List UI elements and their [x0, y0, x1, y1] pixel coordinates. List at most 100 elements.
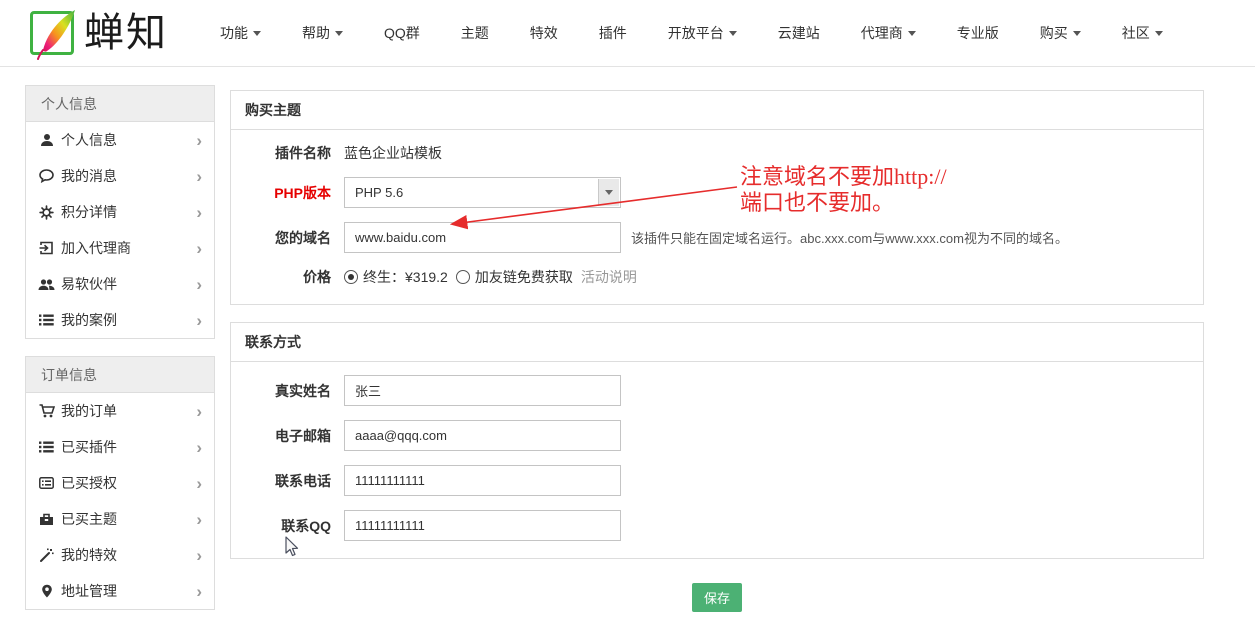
qq-label: 联系QQ [281, 517, 331, 534]
price-friendlink-radio[interactable] [455, 270, 470, 284]
nav-item-themes[interactable]: 主题 [461, 23, 489, 43]
cart-icon [38, 404, 55, 419]
sidebar-item-points-detail[interactable]: 积分详情 › [26, 194, 214, 230]
nav-item-plugins[interactable]: 插件 [599, 23, 627, 43]
chevron-right-icon: › [196, 509, 202, 529]
user-icon [38, 133, 55, 148]
domain-label: 您的域名 [275, 229, 331, 246]
sidebar-item-bought-licenses[interactable]: 已买授权 › [26, 465, 214, 501]
chevron-right-icon: › [196, 545, 202, 565]
sidebar-item-bought-themes[interactable]: 已买主题 › [26, 501, 214, 537]
nav-item-help[interactable]: 帮助 [302, 23, 343, 43]
panel-title: 联系方式 [231, 323, 1203, 362]
plugin-name-label: 插件名称 [275, 145, 331, 161]
nav-item-agents[interactable]: 代理商 [861, 23, 916, 43]
purchase-theme-panel: 购买主题 插件名称 蓝色企业站模板 PHP版本 PHP 5.6 您的域名 该插件… [230, 90, 1204, 305]
panel-title: 购买主题 [231, 91, 1203, 130]
save-button[interactable]: 保存 [692, 583, 742, 612]
sidebar-item-my-effects[interactable]: 我的特效 › [26, 537, 214, 573]
nav-item-community[interactable]: 社区 [1122, 23, 1163, 43]
chevron-right-icon: › [196, 310, 202, 330]
sidebar-section-title: 订单信息 [26, 357, 214, 393]
phone-row: 联系电话 [245, 465, 1189, 496]
sidebar: 个人信息 个人信息 › 我的消息 › 积分详情 › 加入代理商 › 易软伙伴 › [25, 85, 215, 627]
save-row: 保存 [230, 583, 1204, 612]
top-header: 蝉知 功能 帮助 QQ群 主题 特效 插件 开放平台 云建站 代理商 专业版 购… [0, 0, 1255, 67]
gear-icon [38, 204, 55, 220]
real-name-input[interactable] [344, 375, 621, 406]
phone-label: 联系电话 [275, 472, 331, 489]
sign-in-icon [38, 241, 55, 256]
users-icon [38, 277, 55, 292]
php-version-label: PHP版本 [274, 184, 331, 201]
email-row: 电子邮箱 [245, 420, 1189, 451]
php-version-value: PHP 5.6 [355, 185, 404, 200]
list-icon [38, 440, 55, 455]
caret-down-icon [728, 30, 737, 36]
sidebar-item-my-orders[interactable]: 我的订单 › [26, 393, 214, 429]
sidebar-item-address-management[interactable]: 地址管理 › [26, 573, 214, 609]
php-version-select[interactable]: PHP 5.6 [344, 177, 621, 208]
feather-icon [37, 10, 75, 60]
map-marker-icon [38, 584, 55, 599]
nav-item-buy[interactable]: 购买 [1040, 23, 1081, 43]
price-row: 价格 终生：¥319.2 加友链免费获取 活动说明 [245, 267, 1189, 287]
select-arrow-icon[interactable] [598, 179, 619, 206]
php-version-row: PHP版本 PHP 5.6 [245, 177, 1189, 208]
price-label: 价格 [303, 269, 331, 285]
chevron-right-icon: › [196, 274, 202, 294]
price-friendlink-label: 加友链免费获取 [474, 269, 573, 285]
real-name-row: 真实姓名 [245, 375, 1189, 406]
price-lifetime-radio[interactable] [344, 270, 358, 284]
plugin-name-row: 插件名称 蓝色企业站模板 [245, 143, 1189, 163]
nav-item-qq-group[interactable]: QQ群 [384, 23, 420, 43]
list-alt-icon [38, 476, 55, 491]
sidebar-section-orders: 订单信息 我的订单 › 已买插件 › 已买授权 › 已买主题 › 我的特效 › [25, 356, 215, 610]
price-lifetime-label: 终生：¥319.2 [363, 269, 448, 285]
annotation-line2: 端口也不要加。 [740, 190, 895, 215]
domain-row: 您的域名 该插件只能在固定域名运行。abc.xxx.com与www.xxx.co… [245, 222, 1189, 253]
briefcase-icon [38, 512, 55, 527]
email-input[interactable] [344, 420, 621, 451]
phone-input[interactable] [344, 465, 621, 496]
sidebar-item-bought-plugins[interactable]: 已买插件 › [26, 429, 214, 465]
logo-square [30, 10, 75, 60]
chevron-right-icon: › [196, 130, 202, 150]
nav-item-open-platform[interactable]: 开放平台 [668, 23, 737, 43]
qq-row: 联系QQ [245, 510, 1189, 541]
plugin-name-value: 蓝色企业站模板 [344, 145, 442, 161]
chevron-right-icon: › [196, 581, 202, 601]
nav-item-effects[interactable]: 特效 [530, 23, 558, 43]
sidebar-item-partners[interactable]: 易软伙伴 › [26, 266, 214, 302]
nav-item-pro-version[interactable]: 专业版 [957, 23, 999, 43]
chevron-right-icon: › [196, 238, 202, 258]
chevron-right-icon: › [196, 401, 202, 421]
domain-input[interactable] [344, 222, 621, 253]
nav-item-features[interactable]: 功能 [220, 23, 261, 43]
sidebar-item-my-cases[interactable]: 我的案例 › [26, 302, 214, 338]
comment-icon [38, 169, 55, 184]
caret-down-icon [253, 30, 261, 36]
real-name-label: 真实姓名 [275, 382, 331, 399]
contact-info-panel: 联系方式 真实姓名 电子邮箱 联系电话 联系QQ [230, 322, 1204, 559]
qq-input[interactable] [344, 510, 621, 541]
sidebar-item-join-agent[interactable]: 加入代理商 › [26, 230, 214, 266]
activity-description-link[interactable]: 活动说明 [581, 267, 637, 287]
annotation-line1: 注意域名不要加http:// [740, 164, 947, 189]
brand-name: 蝉知 [84, 11, 168, 55]
wand-icon [38, 548, 55, 563]
chevron-right-icon: › [196, 473, 202, 493]
main-nav: 功能 帮助 QQ群 主题 特效 插件 开放平台 云建站 代理商 专业版 购买 社… [220, 23, 1204, 43]
sidebar-item-my-messages[interactable]: 我的消息 › [26, 158, 214, 194]
main-content: 购买主题 插件名称 蓝色企业站模板 PHP版本 PHP 5.6 您的域名 该插件… [230, 90, 1204, 612]
chevron-right-icon: › [196, 202, 202, 222]
chevron-right-icon: › [196, 166, 202, 186]
caret-down-icon [907, 30, 916, 36]
sidebar-item-personal-info[interactable]: 个人信息 › [26, 122, 214, 158]
chevron-right-icon: › [196, 437, 202, 457]
sidebar-section-title: 个人信息 [26, 86, 214, 122]
brand-logo[interactable]: 蝉知 [30, 10, 168, 60]
list-icon [38, 313, 55, 328]
caret-down-icon [335, 30, 343, 36]
nav-item-cloud-site[interactable]: 云建站 [778, 23, 820, 43]
